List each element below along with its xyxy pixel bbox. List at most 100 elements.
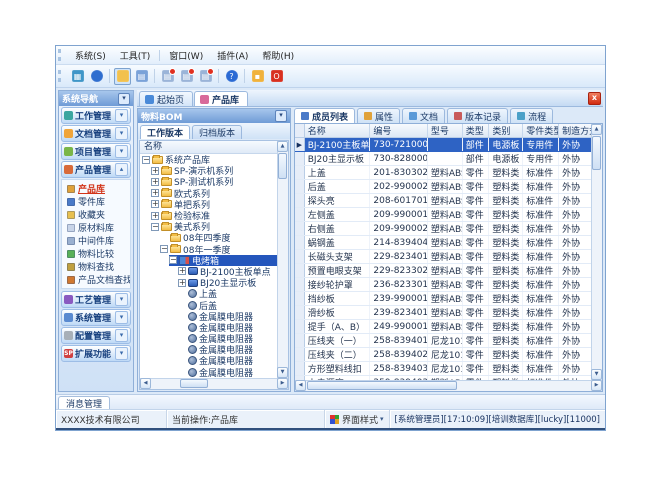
interface-style-dropdown[interactable]: 界面样式 ▾ [325, 410, 390, 428]
tree-horizontal-scrollbar[interactable]: ◀ ▶ [140, 378, 288, 389]
table-vertical-scrollbar[interactable]: ▲ ▼ [591, 124, 602, 380]
table-row[interactable]: 方形塑料线扣258-839403-00X尼龙1010零件塑料类标准件外协条 [295, 362, 603, 376]
table-row[interactable]: 挡纱板239-990001-01X塑料ABS零件塑料类标准件外协条 [295, 292, 603, 306]
chevron-down-icon[interactable]: ▾ [115, 109, 128, 122]
sidebar-item-中间件库[interactable]: 中间件库 [62, 234, 130, 247]
scroll-up-icon[interactable]: ▲ [277, 141, 288, 152]
menu-item-4[interactable]: 帮助(H) [255, 47, 301, 64]
help-icon[interactable]: ? [223, 68, 240, 85]
sidebar-group-工艺管理[interactable]: 工艺管理▾ [61, 291, 131, 308]
scroll-right-icon[interactable]: ▶ [591, 380, 602, 391]
expand-icon[interactable]: + [151, 212, 159, 220]
chevron-down-icon[interactable]: ▾ [115, 311, 128, 324]
collapse-panel-icon[interactable]: ▾ [275, 110, 287, 122]
tab-product-library[interactable]: 产品库 [194, 91, 248, 106]
expand-icon[interactable]: + [151, 178, 159, 186]
table-row[interactable]: 后盖202-990002-01X塑料ABS零件塑料类标准件外协条 [295, 180, 603, 194]
sidebar-group-产品管理[interactable]: 产品管理▴ [61, 161, 131, 178]
menu-item-0[interactable]: 系统(S) [68, 47, 113, 64]
table-row[interactable]: 预置电眼支架229-823302-00X塑料ABS零件塑料类标准件外协条 [295, 264, 603, 278]
table-row[interactable]: ▶BJ-2100主板单点730-721000-12X部件电源板专用件外协颗 [295, 138, 603, 152]
table-row[interactable]: 接纱轮护罩236-823301-00X塑料ABS零件塑料类标准件外协条 [295, 278, 603, 292]
table-row[interactable]: 压线夹（一）258-839401-00X尼龙1010零件塑料类标准件外协条 [295, 334, 603, 348]
column-header-零件类型[interactable]: 零件类型 [523, 124, 559, 138]
collapse-icon[interactable]: − [142, 156, 150, 164]
close-doc-icon-2[interactable]: ▤ [178, 68, 195, 85]
scroll-thumb[interactable] [592, 136, 601, 170]
sidebar-item-物料查找[interactable]: 物料查找 [62, 260, 130, 273]
sidebar-item-产品文档查找[interactable]: 产品文档查找 [62, 273, 130, 286]
chevron-down-icon[interactable]: ▾ [115, 347, 128, 360]
globe-icon[interactable] [88, 68, 105, 85]
chevron-down-icon[interactable]: ▾ [115, 127, 128, 140]
tree-vertical-scrollbar[interactable]: ▲ ▼ [277, 141, 288, 378]
expand-icon[interactable]: + [178, 279, 186, 287]
tab-message-management[interactable]: 消息管理 [58, 396, 110, 409]
expand-icon[interactable]: + [178, 267, 186, 275]
sidebar-group-扩展功能[interactable]: SP扩展功能▾ [61, 345, 131, 362]
sidebar-group-项目管理[interactable]: 项目管理▾ [61, 143, 131, 160]
close-doc-icon-1[interactable]: ▤ [159, 68, 176, 85]
scroll-left-icon[interactable]: ◀ [140, 378, 151, 389]
scroll-thumb[interactable] [307, 381, 457, 390]
sidebar-item-原材料库[interactable]: 原材料库 [62, 221, 130, 234]
report-icon[interactable]: ▤ [133, 68, 150, 85]
table-row[interactable]: BJ20主显示板730-828000-04X部件电源板专用件外协颗 [295, 152, 603, 166]
collapse-icon[interactable]: − [151, 223, 159, 231]
expand-icon[interactable]: + [151, 200, 159, 208]
sidebar-group-系统管理[interactable]: 系统管理▾ [61, 309, 131, 326]
menu-item-2[interactable]: 窗口(W) [162, 47, 210, 64]
column-header-型号[interactable]: 型号 [427, 124, 462, 138]
scroll-down-icon[interactable]: ▼ [591, 369, 602, 380]
tree-item[interactable]: +SP-测试机系列 [151, 176, 277, 187]
expand-icon[interactable]: + [151, 167, 159, 175]
scroll-right-icon[interactable]: ▶ [277, 378, 288, 389]
chevron-down-icon[interactable]: ▾ [115, 145, 128, 158]
sidebar-item-收藏夹[interactable]: 收藏夹 [62, 208, 130, 221]
tree-item[interactable]: +单把系列 [151, 199, 277, 210]
sidebar-item-物料比较[interactable]: 物料比较 [62, 247, 130, 260]
table-row[interactable]: 长磁头支架229-823401-00X塑料ABS零件塑料类标准件外协条 [295, 250, 603, 264]
tab-documents[interactable]: 文档 [402, 108, 445, 123]
scroll-down-icon[interactable]: ▼ [277, 367, 288, 378]
pin-icon[interactable]: ▾ [118, 93, 130, 105]
table-row[interactable]: 压线夹（二）258-839402-00X尼龙1010零件塑料类标准件外协条 [295, 348, 603, 362]
collapse-icon[interactable]: − [160, 245, 168, 253]
close-doc-icon-3[interactable]: ▤ [197, 68, 214, 85]
chevron-down-icon[interactable]: ▾ [115, 329, 128, 342]
tab-workflow[interactable]: 流程 [510, 108, 553, 123]
tab-version-records[interactable]: 版本记录 [447, 108, 508, 123]
toolbar-grip[interactable] [58, 70, 65, 82]
column-header-类型[interactable]: 类型 [462, 124, 489, 138]
scroll-thumb[interactable] [180, 379, 208, 388]
table-row[interactable]: 右侧盖209-990002-01X塑料ABS零件塑料类标准件外协条 [295, 222, 603, 236]
table-row[interactable]: 滑纱板239-823401-00X塑料ABS零件塑料类标准件外协条 [295, 306, 603, 320]
tree-column-header[interactable]: 名称 [140, 141, 288, 154]
open-folder-icon[interactable] [114, 68, 131, 85]
table-row[interactable]: 左侧盖209-990001-01X塑料ABS零件塑料类标准件外协条 [295, 208, 603, 222]
column-header-类别[interactable]: 类别 [489, 124, 523, 138]
scroll-thumb[interactable] [278, 153, 287, 179]
sidebar-group-文档管理[interactable]: 文档管理▾ [61, 125, 131, 142]
tree-item[interactable]: +BJ20主显示板 [178, 277, 277, 288]
table-row[interactable]: 蜗钢盖214-839404-01X塑料ABS零件塑料类标准件外协条 [295, 236, 603, 250]
sidebar-group-工作管理[interactable]: 工作管理▾ [61, 107, 131, 124]
table-row[interactable]: 探头亮208-601701-01X塑料ABS零件塑料类标准件外协条 [295, 194, 603, 208]
table-header[interactable]: 名称编号型号类型类别零件类型制造方式单位 [295, 124, 603, 138]
sidebar-item-产品库[interactable]: 产品库 [62, 182, 130, 195]
column-header-名称[interactable]: 名称 [304, 124, 370, 138]
tab-properties[interactable]: 属性 [357, 108, 400, 123]
column-header-编号[interactable]: 编号 [370, 124, 427, 138]
table-row[interactable]: 提手（A、B）249-990001-01X塑料ABS零件塑料类标准件外协条 [295, 320, 603, 334]
menu-item-1[interactable]: 工具(T) [113, 47, 158, 64]
tree-item[interactable]: +欧式系列 [151, 188, 277, 199]
sidebar-item-零件库[interactable]: 零件库 [62, 195, 130, 208]
table-horizontal-scrollbar[interactable]: ◀ ▶ [295, 380, 602, 391]
menu-grip[interactable] [58, 49, 65, 61]
close-tab-button[interactable]: x [588, 92, 601, 105]
menu-item-3[interactable]: 插件(A) [210, 47, 255, 64]
scroll-up-icon[interactable]: ▲ [591, 124, 602, 135]
scroll-left-icon[interactable]: ◀ [295, 380, 306, 391]
tab-member-list[interactable]: 成员列表 [294, 108, 355, 123]
chevron-up-icon[interactable]: ▴ [115, 163, 128, 176]
